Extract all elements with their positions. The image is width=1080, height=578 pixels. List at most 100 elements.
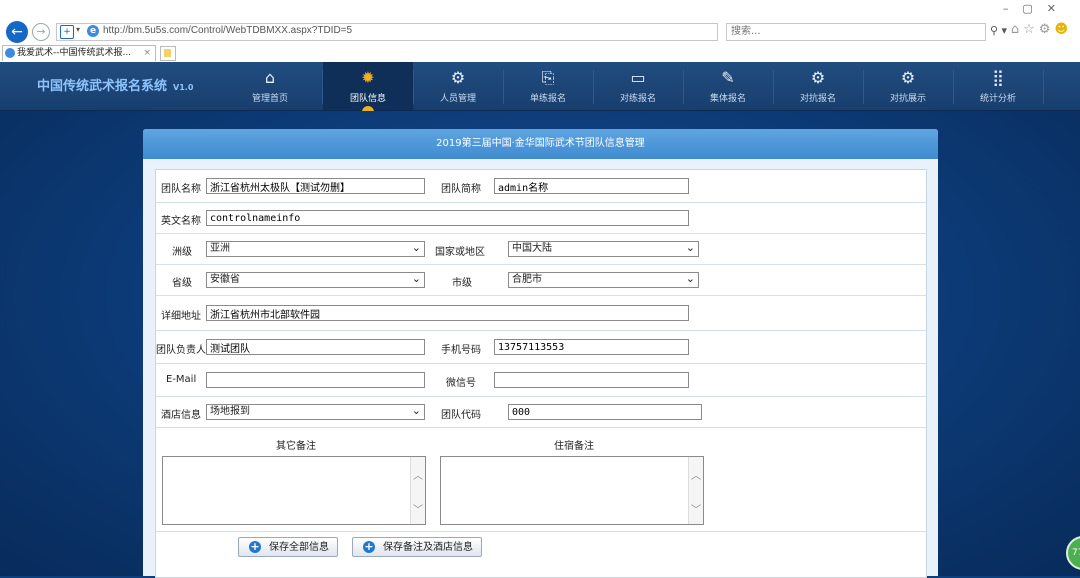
address-row: ← → + ▾ e http://bm.5u5s.com/Control/Web… (0, 0, 1080, 44)
email-label: E-Mail (166, 374, 197, 385)
url-text[interactable]: http://bm.5u5s.com/Control/WebTDBMXX.asp… (103, 25, 352, 36)
home-icon: ⌂ (264, 68, 276, 87)
chevron-down-icon: ⌄ (411, 404, 421, 417)
province-select[interactable]: 安徽省 ⌄ (206, 272, 425, 288)
en-name-input[interactable] (206, 210, 689, 226)
nav-label: 集体报名 (709, 94, 746, 104)
nav-item-home[interactable]: ⌂ 管理首页 (225, 62, 315, 110)
edit-icon: ✎ (721, 68, 735, 87)
team-name-label: 团队名称 (161, 184, 201, 195)
country-select[interactable]: 中国大陆 ⌄ (508, 241, 699, 257)
nav-label: 人员管理 (439, 94, 476, 104)
team-short-label: 团队简称 (441, 184, 481, 195)
city-label: 市级 (452, 278, 472, 289)
plus-icon: + (363, 540, 375, 553)
phone-input[interactable] (494, 339, 689, 355)
gear-cluster-icon: ✹ (361, 68, 375, 87)
window-controls[interactable]: –▢✕ (1003, 2, 1070, 15)
lodging-notes-label: 住宿备注 (554, 441, 594, 452)
new-tab-button[interactable] (160, 46, 176, 61)
team-code-input[interactable] (508, 404, 702, 420)
gear-icon[interactable]: ⚙ (1039, 22, 1055, 37)
browser-chrome: ← → + ▾ e http://bm.5u5s.com/Control/Web… (0, 0, 1080, 63)
tab-row: 我爱武术--中国传统武术报... × (0, 44, 1080, 63)
gear-icon: ⚙ (810, 68, 826, 87)
chevron-down-icon: ⌄ (411, 241, 421, 254)
compat-icon[interactable]: + (60, 25, 74, 39)
email-input[interactable] (206, 372, 425, 388)
grid-icon: ⣿ (992, 68, 1004, 87)
address-input[interactable] (206, 305, 689, 321)
search-input[interactable] (727, 24, 935, 38)
doc-gear-icon: ⎘ (541, 68, 555, 87)
form-row: 省级 安徽省 ⌄ 市级 合肥市 ⌄ (156, 265, 926, 296)
save-notes-button[interactable]: + 保存备注及酒店信息 (352, 537, 482, 557)
browser-tab[interactable]: 我爱武术--中国传统武术报... × (2, 45, 156, 61)
favorites-icon[interactable]: ☆ (1023, 22, 1039, 37)
chevron-down-icon: ⌄ (685, 272, 695, 285)
gears-icon: ⚙ (900, 68, 916, 87)
tab-title: 我爱武术--中国传统武术报... (17, 48, 132, 58)
plus-icon: + (249, 540, 261, 553)
en-name-label: 英文名称 (161, 216, 201, 227)
home-icon[interactable]: ⌂ (1011, 22, 1023, 37)
chevron-down-icon: ⌄ (411, 272, 421, 285)
wechat-input[interactable] (494, 372, 689, 388)
continent-select[interactable]: 亚洲 ⌄ (206, 241, 425, 257)
wechat-label: 微信号 (446, 378, 476, 389)
app-version: V1.0 (173, 83, 194, 92)
hotel-value: 场地报到 (210, 406, 250, 417)
form-row: 团队负责人 手机号码 (156, 331, 926, 364)
country-label: 国家或地区 (435, 247, 485, 258)
smiley-icon[interactable]: ☻ (1054, 22, 1072, 37)
back-button[interactable]: ← (6, 21, 28, 43)
forward-button[interactable]: → (32, 23, 50, 41)
scroll-down-icon[interactable]: ﹀ (413, 501, 423, 516)
scroll-up-icon[interactable]: ︿ (691, 467, 701, 482)
form-row: 详细地址 (156, 296, 926, 331)
save-all-button[interactable]: + 保存全部信息 (238, 537, 338, 557)
chevron-down-icon[interactable]: ▾ (76, 25, 80, 34)
scrollbar[interactable]: ︿ ﹀ (410, 457, 425, 524)
search-icon[interactable]: ⚲ ▾ (990, 24, 1007, 37)
address-bar[interactable]: + ▾ e http://bm.5u5s.com/Control/WebTDBM… (56, 23, 763, 41)
leader-input[interactable] (206, 339, 425, 355)
form-row: 酒店信息 场地报到 ⌄ 团队代码 (156, 397, 926, 428)
team-info-panel: 2019第三届中国·金华国际武术节团队信息管理 团队名称 团队简称 英文名称 洲… (143, 129, 938, 578)
nav-label: 对练报名 (619, 94, 656, 104)
toolbar-icons[interactable]: ⌂☆⚙☻ (1011, 22, 1072, 37)
notes-row: 其它备注 住宿备注 ︿ ﹀ ︿ ﹀ (156, 428, 926, 532)
search-box[interactable] (726, 23, 986, 41)
app-title: 中国传统武术报名系统 V1.0 (37, 75, 193, 94)
form-row: E-Mail 微信号 (156, 364, 926, 397)
hotel-label: 酒店信息 (161, 410, 201, 421)
address-label: 详细地址 (161, 311, 201, 322)
lodging-notes-textarea[interactable]: ︿ ﹀ (440, 456, 704, 525)
nav-item-combat[interactable]: ⚙ 对抗报名 (773, 62, 863, 110)
hotel-select[interactable]: 场地报到 ⌄ (206, 404, 425, 420)
city-select[interactable]: 合肥市 ⌄ (508, 272, 699, 288)
province-label: 省级 (172, 278, 192, 289)
people-gear-icon: ⚙ (450, 68, 466, 87)
nav-item-team-info[interactable]: ✹ 团队信息 (323, 62, 413, 112)
other-notes-label: 其它备注 (276, 441, 316, 452)
country-value: 中国大陆 (512, 243, 552, 254)
nav-label: 团队信息 (349, 94, 386, 104)
team-short-input[interactable] (494, 178, 689, 194)
nav-label: 对抗展示 (889, 94, 926, 104)
save-notes-label: 保存备注及酒店信息 (383, 542, 473, 553)
nav-item-group[interactable]: ✎ 集体报名 (683, 62, 773, 110)
nav-item-staff[interactable]: ⚙ 人员管理 (413, 62, 503, 110)
team-name-input[interactable] (206, 178, 425, 194)
nav-item-solo[interactable]: ⎘ 单练报名 (503, 62, 593, 110)
close-icon[interactable]: × (143, 46, 151, 61)
phone-label: 手机号码 (441, 345, 481, 356)
leader-label: 团队负责人 (156, 345, 206, 356)
nav-item-stats[interactable]: ⣿ 统计分析 (953, 62, 1043, 110)
scroll-up-icon[interactable]: ︿ (413, 467, 423, 482)
other-notes-textarea[interactable]: ︿ ﹀ (162, 456, 426, 525)
scrollbar[interactable]: ︿ ﹀ (688, 457, 703, 524)
nav-item-combat-show[interactable]: ⚙ 对抗展示 (863, 62, 953, 110)
nav-item-duel[interactable]: ▭ 对练报名 (593, 62, 683, 110)
scroll-down-icon[interactable]: ﹀ (691, 501, 701, 516)
